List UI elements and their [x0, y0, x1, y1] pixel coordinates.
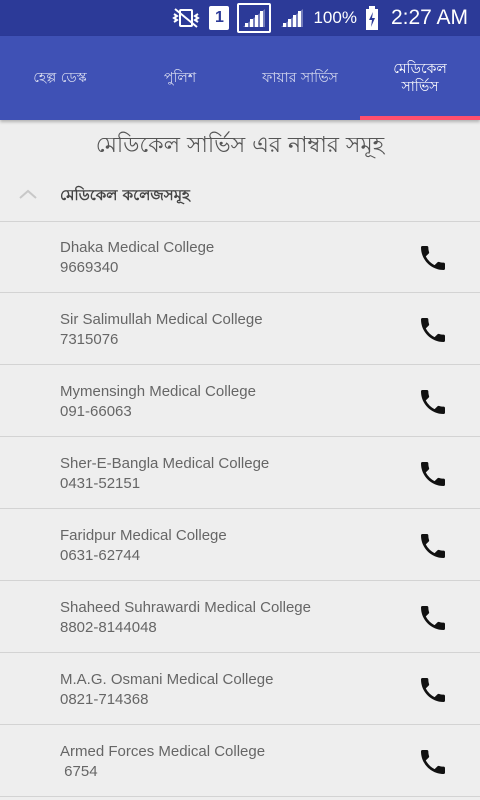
contact-name: Dhaka Medical College [60, 239, 215, 256]
contact-name: Faridpur Medical College [60, 527, 227, 544]
list-item[interactable]: Armed Forces Medical College 6754 [0, 725, 480, 797]
battery-percent: 100% [313, 8, 357, 27]
tab-label: ফায়ার সার্ভিস [262, 70, 338, 86]
tab-fire-service[interactable]: ফায়ার সার্ভিস [240, 36, 360, 120]
contact-phone: 0631-62744 [60, 547, 141, 564]
list-item[interactable]: Sir Salimullah Medical College 7315076 [0, 293, 480, 365]
contact-name: Shaheed Suhrawardi Medical College [60, 599, 311, 616]
group-label: মেডিকেল কলেজসমূহ [60, 186, 190, 204]
tab-police[interactable]: পুলিশ [120, 36, 240, 120]
phone-icon[interactable] [416, 241, 450, 275]
phone-icon[interactable] [416, 673, 450, 707]
list-item[interactable]: Sher-E-Bangla Medical College 0431-52151 [0, 437, 480, 509]
sim-icon: 1 [209, 6, 230, 30]
contact-phone: 0821-714368 [60, 691, 149, 708]
page-title: মেডিকেল সার্ভিস এর নাম্বার সমূহ [95, 133, 385, 158]
phone-icon[interactable] [416, 385, 450, 419]
contact-name: M.A.G. Osmani Medical College [60, 671, 274, 688]
contact-phone: 091-66063 [60, 403, 132, 420]
tab-label: পুলিশ [163, 70, 197, 86]
contact-phone: 9669340 [60, 259, 119, 276]
phone-icon[interactable] [416, 601, 450, 635]
vibrate-muted-icon [171, 7, 201, 29]
phone-icon[interactable] [416, 529, 450, 563]
contact-name: Mymensingh Medical College [60, 383, 256, 400]
contact-phone: 0431-52151 [60, 475, 141, 492]
list-item[interactable]: M.A.G. Osmani Medical College 0821-71436… [0, 653, 480, 725]
list-item[interactable]: Mymensingh Medical College 091-66063 [0, 365, 480, 437]
chevron-up-icon[interactable] [18, 186, 38, 205]
phone-icon[interactable] [416, 457, 450, 491]
list-item[interactable]: Shaheed Suhrawardi Medical College 8802-… [0, 581, 480, 653]
contact-name: Armed Forces Medical College [60, 743, 266, 760]
contact-phone: 8802-8144048 [60, 619, 157, 636]
status-bar: 1 100% 2:27 AM [0, 0, 480, 36]
tab-bar: হেল্প ডেস্ক পুলিশ ফায়ার সার্ভিস মেডিকেল… [0, 36, 480, 120]
list-item[interactable]: Faridpur Medical College 0631-62744 [0, 509, 480, 581]
contact-name: Sir Salimullah Medical College [60, 311, 263, 328]
contact-phone: 7315076 [60, 331, 119, 348]
list-item[interactable]: Dhaka Medical College 9669340 [0, 221, 480, 293]
group-header[interactable]: মেডিকেল কলেজসমূহ [0, 172, 480, 220]
signal-icon [237, 3, 272, 33]
contact-list: Dhaka Medical College 9669340 Sir Salimu… [0, 221, 480, 797]
battery-charging-icon [365, 6, 379, 30]
phone-icon[interactable] [416, 745, 450, 779]
tab-label: মেডিকেল সার্ভিস [393, 61, 447, 95]
contact-name: Sher-E-Bangla Medical College [60, 455, 270, 472]
tab-label: হেল্প ডেস্ক [33, 70, 87, 86]
phone-icon[interactable] [416, 313, 450, 347]
tab-medical-service[interactable]: মেডিকেল সার্ভিস [360, 36, 480, 120]
contact-phone: 6754 [60, 763, 98, 780]
tab-help-desk[interactable]: হেল্প ডেস্ক [0, 36, 120, 120]
clock: 2:27 AM [390, 6, 468, 29]
signal-icon [279, 7, 305, 29]
